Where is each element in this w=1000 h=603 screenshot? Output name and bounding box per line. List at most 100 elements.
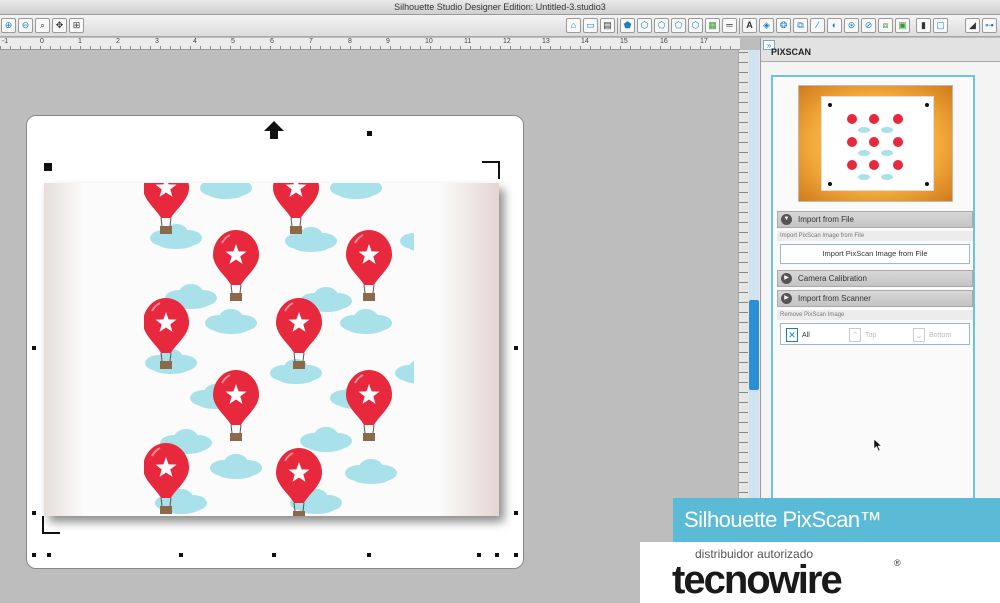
cutting-mat <box>26 115 524 569</box>
ruler-label: 12 <box>503 38 511 45</box>
remove-top-icon: ⌃ <box>849 328 861 342</box>
cut-settings-icon[interactable]: ▤ <box>600 18 615 33</box>
distributor-logo-area: distribuidor autorizado tecnowire ® <box>640 542 1000 603</box>
ruler-label: 14 <box>581 38 589 45</box>
balloon-pattern <box>144 183 414 516</box>
ruler-label: 15 <box>620 38 628 45</box>
import-file-sublabel: Import PixScan Image from File <box>777 231 973 241</box>
ruler-label: -1 <box>2 38 9 45</box>
camera-calibration-header[interactable]: ▶ Camera Calibration <box>777 270 973 287</box>
page-setup-icon[interactable]: ⌂ <box>566 18 581 33</box>
hot-air-balloon <box>273 183 319 234</box>
ruler-label: 3 <box>155 38 159 45</box>
ruler-label: 0 <box>40 38 44 45</box>
import-pixscan-image-button[interactable]: Import PixScan Image from File <box>780 244 970 264</box>
replicate-icon[interactable]: ⧉ <box>793 18 808 33</box>
ruler-label: 9 <box>386 38 390 45</box>
toolbar-separator <box>739 18 740 34</box>
fill-color-icon[interactable]: ⬟ <box>620 18 635 33</box>
promo-banner: Silhouette PixScan™ <box>673 498 1000 542</box>
modify-icon[interactable]: ◐ <box>827 18 842 33</box>
registration-corner-bottom-left <box>42 516 60 534</box>
mat-mark <box>272 553 276 557</box>
remove-bottom-label: Bottom <box>929 331 952 339</box>
point-edit-icon[interactable]: ⊘ <box>861 18 876 33</box>
zoom-in-icon[interactable]: ⊕ <box>1 18 16 33</box>
zoom-out-icon[interactable]: ⊖ <box>18 18 33 33</box>
registration-marks-icon[interactable]: ▭ <box>583 18 598 33</box>
mat-mark <box>495 553 499 557</box>
knife-icon[interactable]: ⁄ <box>810 18 825 33</box>
preview-pattern <box>828 103 929 186</box>
cloud <box>200 183 252 199</box>
fit-page-icon[interactable]: ⊞ <box>69 18 84 33</box>
text-icon[interactable]: A <box>742 18 757 33</box>
ruler-label: 10 <box>425 38 433 45</box>
camera-calibration-label: Camera Calibration <box>798 274 867 283</box>
import-from-scanner-header[interactable]: ▶ Import from Scanner <box>777 290 973 307</box>
zoom-selection-icon[interactable]: ⌕ <box>35 18 50 33</box>
hot-air-balloon <box>213 370 259 441</box>
remove-top-button[interactable]: ⌃ Top <box>849 328 876 342</box>
library-icon[interactable]: ▣ <box>895 18 910 33</box>
logo-part-2: wire <box>768 558 843 602</box>
shadow-icon[interactable]: ▦ <box>705 18 720 33</box>
toolbar-separator <box>617 18 618 34</box>
send-to-silhouette-icon[interactable]: ⊶ <box>982 18 997 33</box>
scan-icon[interactable]: ▢ <box>933 18 948 33</box>
cloud <box>205 309 257 334</box>
mat-mark <box>367 553 371 557</box>
remove-bottom-icon: ⌄ <box>913 328 925 342</box>
mat-mark <box>47 553 51 557</box>
window-title-bar: Silhouette Studio Designer Edition: Unti… <box>0 0 1000 15</box>
mat-mark <box>367 131 372 136</box>
promo-banner-text: Silhouette PixScan™ <box>684 507 882 532</box>
cloud <box>300 427 352 452</box>
pixscan-preview-image <box>798 85 953 202</box>
line-weight-icon[interactable]: ═ <box>722 18 737 33</box>
remove-bottom-button[interactable]: ⌄ Bottom <box>913 328 951 342</box>
design-store-icon[interactable]: ▮ <box>916 18 931 33</box>
line-style-icon[interactable]: ⬠ <box>654 18 669 33</box>
panel-header: » PIXSCAN <box>761 38 1000 62</box>
line-color-icon[interactable]: ⬡ <box>637 18 652 33</box>
import-from-file-label: Import from File <box>798 215 855 224</box>
cloud <box>340 309 392 334</box>
import-from-file-header[interactable]: ▼ Import from File <box>777 211 973 228</box>
registration-corner-top-right <box>482 161 500 179</box>
scan-shading <box>44 183 84 516</box>
ruler-label: 4 <box>193 38 197 45</box>
cloud <box>210 454 262 479</box>
ruler-label: 7 <box>309 38 313 45</box>
layers-icon[interactable]: ⧈ <box>878 18 893 33</box>
gradient-icon[interactable]: ⬠ <box>671 18 686 33</box>
transform-icon[interactable]: ⊛ <box>844 18 859 33</box>
mat-mark <box>514 511 518 515</box>
cloud <box>395 360 414 384</box>
scrollbar-thumb[interactable] <box>749 300 759 390</box>
trace-icon[interactable]: ◈ <box>759 18 774 33</box>
cloud <box>345 459 397 484</box>
offset-icon[interactable]: ❂ <box>776 18 791 33</box>
pixscan-image[interactable] <box>44 183 499 516</box>
hot-air-balloon <box>213 230 259 301</box>
mat-mark <box>514 346 518 350</box>
preview-sheet <box>821 96 934 191</box>
mouse-cursor-icon <box>873 438 883 452</box>
remove-top-label: Top <box>865 331 877 339</box>
mat-mark <box>179 553 183 557</box>
registered-mark: ® <box>894 558 901 568</box>
pattern-icon[interactable]: ⬡ <box>688 18 703 33</box>
ruler-label: 6 <box>270 38 274 45</box>
import-from-scanner-label: Import from Scanner <box>798 294 871 303</box>
cloud <box>400 233 414 251</box>
remove-pixscan-options: ✕ All ⌃ Top ⌄ Bottom <box>780 323 970 345</box>
remove-all-button[interactable]: ✕ All <box>786 328 810 342</box>
eraser-icon[interactable]: ◢ <box>965 18 980 33</box>
feed-direction-arrow-icon <box>264 121 284 139</box>
remove-pixscan-sublabel: Remove PixScan Image <box>777 310 973 320</box>
mat-mark <box>477 553 481 557</box>
cloud <box>150 224 202 249</box>
pan-icon[interactable]: ✥ <box>52 18 67 33</box>
tecnowire-logo: tecnowire <box>672 557 843 603</box>
